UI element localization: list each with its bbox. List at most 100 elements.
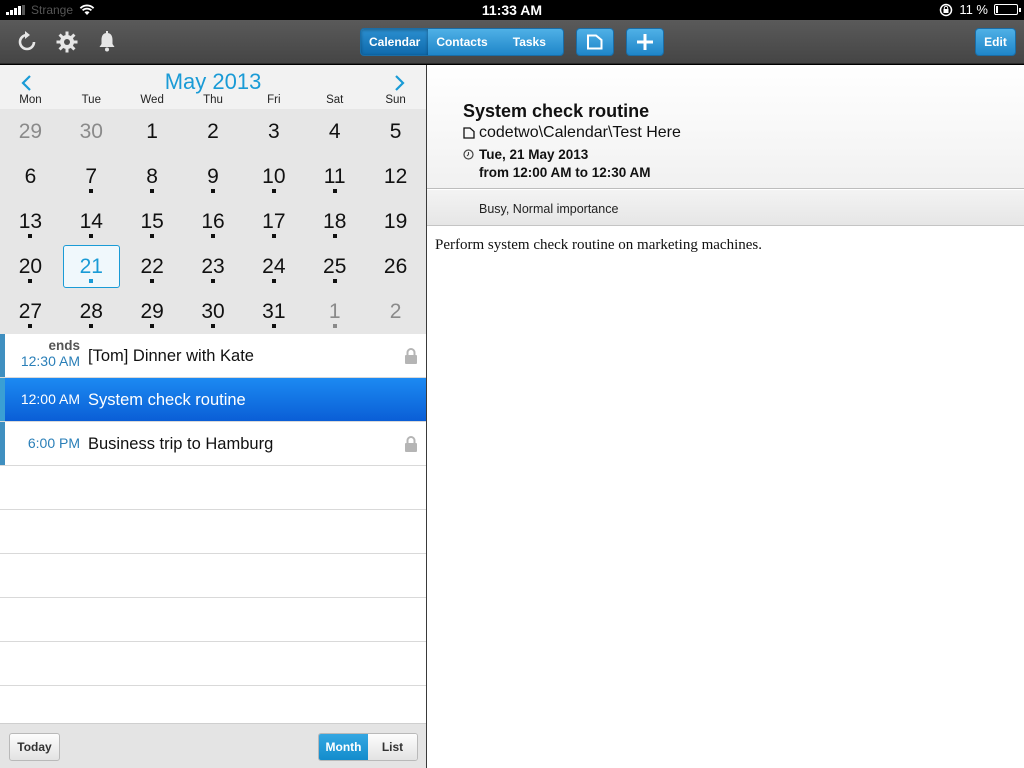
day-number: 5 <box>389 119 402 143</box>
event-time-text: 6:00 PM <box>27 435 80 451</box>
calendar-day[interactable]: 11 <box>304 154 365 199</box>
today-button[interactable]: Today <box>9 733 60 761</box>
calendar-day[interactable]: 26 <box>365 244 426 289</box>
add-button[interactable] <box>626 28 664 56</box>
event-dot <box>150 279 155 283</box>
event-title: Business trip to Hamburg <box>88 435 274 453</box>
lock-icon <box>405 436 417 452</box>
calendar-day[interactable]: 1 <box>122 109 183 154</box>
signal-icon <box>6 5 25 15</box>
battery-icon <box>994 4 1021 15</box>
day-number: 7 <box>85 164 98 188</box>
calendar-day[interactable]: 15 <box>122 199 183 244</box>
day-number: 28 <box>79 299 103 323</box>
event-dot <box>332 324 337 328</box>
calendar-day[interactable]: 1 <box>304 289 365 334</box>
calendar-day[interactable]: 29 <box>0 109 61 154</box>
calendar-day[interactable]: 24 <box>243 244 304 289</box>
event-title: System check routine <box>463 101 650 121</box>
gear-icon[interactable] <box>55 30 79 54</box>
calendar-day[interactable]: 16 <box>183 199 244 244</box>
calendar-day[interactable]: 5 <box>365 109 426 154</box>
day-number: 29 <box>140 299 164 323</box>
calendar-day[interactable]: 9 <box>183 154 244 199</box>
calendar-day[interactable]: 25 <box>304 244 365 289</box>
folder-button[interactable] <box>576 28 614 56</box>
event-dot <box>210 234 215 238</box>
calendar-day[interactable]: 14 <box>61 199 122 244</box>
calendar-day[interactable]: 2 <box>183 109 244 154</box>
calendar-day[interactable]: 10 <box>243 154 304 199</box>
calendar-day[interactable]: 12 <box>365 154 426 199</box>
event-folder-path: codetwo\Calendar\Test Here <box>479 124 681 141</box>
status-time: 11:33 AM <box>481 2 543 18</box>
event-dot <box>210 324 215 328</box>
day-number: 29 <box>18 119 43 143</box>
day-number: 15 <box>140 209 164 233</box>
event-dot <box>150 324 155 328</box>
event-description: Perform system check routine on marketin… <box>435 237 762 253</box>
calendar-day[interactable]: 8 <box>122 154 183 199</box>
calendar-day[interactable]: 30 <box>61 109 122 154</box>
event-date-text: Tue, 21 May 2013 <box>479 147 589 162</box>
calendar-day[interactable]: 13 <box>0 199 61 244</box>
event-dot <box>332 279 337 283</box>
day-number: 6 <box>24 164 37 188</box>
calendar-day[interactable]: 18 <box>304 199 365 244</box>
calendar-day[interactable]: 30 <box>183 289 244 334</box>
month-view-button[interactable]: Month <box>319 734 368 760</box>
battery-percent: 11 % <box>959 2 988 17</box>
calendar-day[interactable]: 23 <box>183 244 244 289</box>
event-row[interactable]: 12:00 AM System check routine <box>0 378 426 422</box>
event-title: System check routine <box>88 391 246 409</box>
list-view-button[interactable]: List <box>368 734 417 760</box>
day-number: 10 <box>262 164 286 188</box>
event-color-bar <box>0 422 5 465</box>
calendar-day[interactable]: 2 <box>365 289 426 334</box>
chevron-right-icon[interactable] <box>389 73 409 93</box>
tab-calendar[interactable]: Calendar <box>361 29 429 55</box>
calendar-day-selected[interactable]: 21 <box>61 244 122 289</box>
edit-button[interactable]: Edit <box>975 28 1016 56</box>
calendar-day[interactable]: 19 <box>365 199 426 244</box>
empty-list-row <box>0 510 426 554</box>
bell-icon[interactable] <box>95 30 119 54</box>
event-row[interactable]: 6:00 PM Business trip to Hamburg <box>0 422 426 466</box>
calendar-day[interactable]: 3 <box>243 109 304 154</box>
day-number: 1 <box>328 299 341 323</box>
day-number: 20 <box>18 254 43 278</box>
event-dot <box>150 234 155 238</box>
tab-tasks[interactable]: Tasks <box>496 29 563 55</box>
calendar-day[interactable]: 28 <box>61 289 122 334</box>
event-dot <box>89 189 94 193</box>
weekday-label: Sun <box>385 94 406 106</box>
weekday-label: Wed <box>140 94 164 106</box>
event-dot <box>210 189 215 193</box>
calendar-day[interactable]: 6 <box>0 154 61 199</box>
carrier-info: Strange <box>6 3 95 17</box>
event-dot <box>28 279 33 283</box>
weekday-label: Sat <box>326 94 344 106</box>
event-dot <box>332 234 337 238</box>
calendar-day[interactable]: 4 <box>304 109 365 154</box>
calendar-day[interactable]: 22 <box>122 244 183 289</box>
calendar-day[interactable]: 31 <box>243 289 304 334</box>
weekday-label: Fri <box>267 94 281 106</box>
tab-contacts[interactable]: Contacts <box>428 29 495 55</box>
calendar-day[interactable]: 27 <box>0 289 61 334</box>
event-date: Tue, 21 May 2013 <box>463 147 588 162</box>
refresh-icon[interactable] <box>15 30 39 54</box>
day-number: 25 <box>323 254 347 278</box>
calendar-day[interactable]: 17 <box>243 199 304 244</box>
day-number: 26 <box>383 254 408 278</box>
day-number: 30 <box>201 299 225 323</box>
event-dot <box>89 279 94 283</box>
calendar-day[interactable]: 29 <box>122 289 183 334</box>
event-dot <box>89 324 94 328</box>
event-dot <box>271 189 276 193</box>
clock-icon <box>463 149 474 160</box>
weekday-label: Thu <box>203 94 223 106</box>
calendar-day[interactable]: 20 <box>0 244 61 289</box>
event-row[interactable]: ends 12:30 AM [Tom] Dinner with Kate <box>0 334 426 378</box>
calendar-day[interactable]: 7 <box>61 154 122 199</box>
